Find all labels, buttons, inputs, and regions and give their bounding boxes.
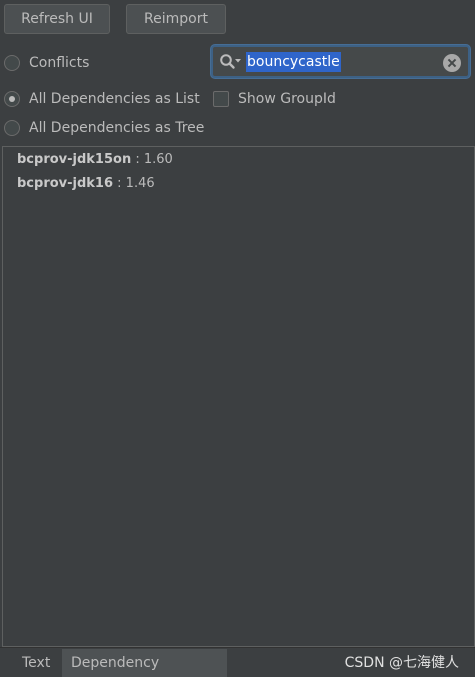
dependency-list[interactable]: bcprov-jdk15on : 1.60 bcprov-jdk16 : 1.4… (2, 146, 475, 647)
watermark: CSDN @七海健人 (344, 655, 459, 671)
radio-label-list: All Dependencies as List (29, 91, 200, 107)
clear-icon[interactable] (443, 54, 461, 72)
dependency-name: bcprov-jdk16 (17, 176, 114, 191)
radio-label-conflicts: Conflicts (29, 55, 90, 71)
reimport-button[interactable]: Reimport (126, 4, 226, 34)
bottom-tab-bar: Text Dependency Analyzer CSDN @七海健人 (0, 647, 475, 677)
dependency-name: bcprov-jdk15on (17, 152, 132, 167)
tab-dependency-analyzer[interactable]: Dependency Analyzer (62, 649, 227, 677)
tab-text[interactable]: Text (13, 649, 62, 677)
dependency-version: : 1.60 (131, 152, 173, 167)
radio-label-tree: All Dependencies as Tree (29, 120, 205, 136)
refresh-ui-button[interactable]: Refresh UI (4, 4, 110, 34)
show-groupid-label: Show GroupId (238, 91, 336, 107)
search-input[interactable]: bouncycastle (246, 52, 341, 72)
search-field[interactable]: bouncycastle (211, 45, 470, 78)
radio-conflicts[interactable]: Conflicts (4, 53, 89, 73)
search-icon[interactable] (219, 53, 243, 71)
list-item[interactable]: bcprov-jdk16 : 1.46 (17, 174, 155, 194)
radio-button[interactable] (4, 55, 20, 71)
list-item[interactable]: bcprov-jdk15on : 1.60 (17, 150, 173, 170)
show-groupid-checkbox-row[interactable]: Show GroupId (213, 89, 336, 109)
radio-all-dependencies-tree[interactable]: All Dependencies as Tree (4, 118, 204, 138)
radio-all-dependencies-list[interactable]: All Dependencies as List (4, 89, 200, 109)
dependency-version: : 1.46 (113, 176, 155, 191)
radio-button[interactable] (4, 91, 20, 107)
dependency-analyzer-window: Refresh UI Reimport Conflicts All Depend… (0, 0, 475, 677)
show-groupid-checkbox[interactable] (213, 91, 229, 107)
radio-button[interactable] (4, 120, 20, 136)
